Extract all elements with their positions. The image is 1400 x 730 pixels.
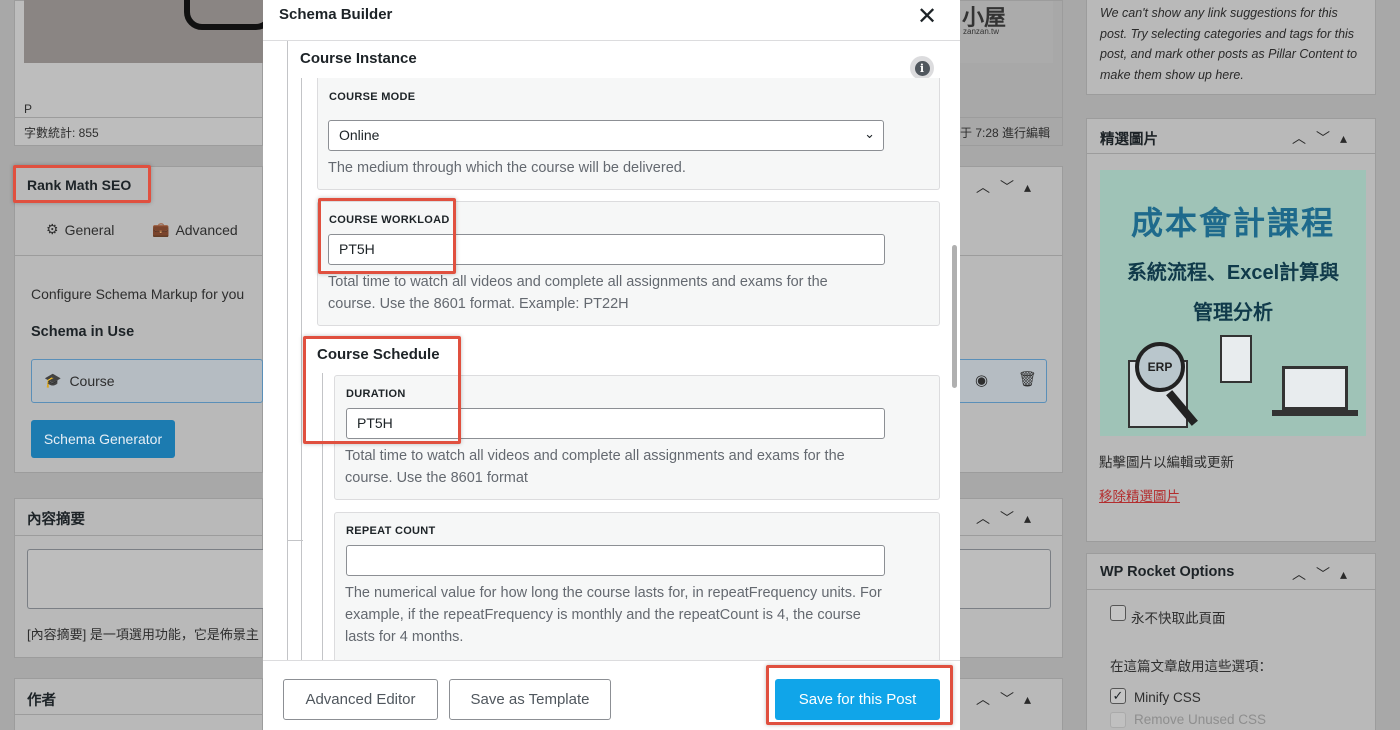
rank-math-tabs-divider-right [960, 255, 1063, 256]
edit-time: 于 7:28 進行編輯 [960, 126, 1051, 140]
tree-line-outer [287, 41, 288, 660]
modal-scrollbar[interactable] [952, 245, 957, 388]
course-mode-desc: The medium through which the course will… [328, 160, 686, 176]
wprocket-title: WP Rocket Options [1100, 564, 1235, 580]
save-as-template-button[interactable]: Save as Template [449, 679, 611, 720]
duration-desc: Total time to watch all videos and compl… [345, 448, 845, 486]
schema-course-label: Course [69, 372, 115, 389]
calculator-illustration [1220, 335, 1252, 383]
featured-img-badge: ERP [1147, 360, 1173, 374]
advanced-editor-button[interactable]: Advanced Editor [283, 679, 438, 720]
excerpt-textarea-right [960, 549, 1051, 609]
featured-img-line1: 成本會計課程 [1130, 205, 1335, 241]
rank-math-arrows[interactable]: ︿﹀▴ [976, 177, 1041, 197]
course-mode-select[interactable]: Online ⌄ [328, 120, 884, 151]
excerpt-header-divider [14, 535, 263, 536]
tab-general[interactable]: ⚙ General [46, 221, 114, 238]
laptop-illustration [1282, 366, 1348, 410]
featured-arrows[interactable]: ︿﹀▴ [1292, 128, 1357, 148]
featured-img-line3: 管理分析 [1193, 302, 1273, 324]
wprocket-header-divider [1086, 589, 1376, 590]
rank-math-panel-right [960, 166, 1063, 473]
never-cache-checkbox[interactable] [1110, 605, 1126, 621]
excerpt-note: [內容摘要] 是一項選用功能，它是佈景主 [27, 627, 259, 642]
course-workload-desc: Total time to watch all videos and compl… [328, 274, 828, 312]
featured-click: 點擊圖片以編輯或更新 [1099, 455, 1234, 470]
author-header-divider [14, 714, 263, 715]
graduation-cap-icon: 🎓 [44, 372, 62, 388]
paragraph-tag: P [24, 102, 33, 116]
author-title: 作者 [27, 693, 56, 709]
excerpt-title: 內容摘要 [27, 512, 85, 528]
eye-icon[interactable]: ◉ [975, 371, 988, 389]
schema-generator-button[interactable]: Schema Generator [31, 420, 175, 458]
tree-branch-schedule [287, 540, 303, 541]
course-mode-value: Online [339, 127, 380, 143]
workload-highlight [318, 198, 456, 274]
schema-in-use-heading: Schema in Use [31, 324, 135, 340]
tab-advanced-label: Advanced [175, 221, 238, 238]
pillar-note: We can't show any link suggestions for t… [1100, 6, 1358, 82]
course-instance-heading: Course Instance [300, 50, 417, 67]
enable-options-label: 在這篇文章啟用這些選項： [1110, 659, 1272, 674]
gear-icon: ⚙ [46, 221, 59, 237]
post-image [24, 0, 263, 63]
laptop-base [1272, 410, 1358, 416]
repeat-count-label: REPEAT COUNT [346, 525, 436, 537]
repeat-count-input[interactable] [346, 545, 885, 576]
author-arrows[interactable]: ︿﹀▴ [976, 689, 1041, 709]
minify-css-label: Minify CSS [1134, 690, 1201, 705]
status-divider [14, 117, 263, 118]
briefcase-icon: 💼 [152, 221, 170, 237]
close-icon[interactable]: ✕ [917, 2, 937, 31]
repeat-count-desc: The numerical value for how long the cou… [345, 585, 882, 645]
course-mode-label: COURSE MODE [329, 91, 416, 103]
rank-math-highlight [13, 165, 151, 203]
word-count: 字數統計: 855 [24, 126, 99, 140]
schedule-highlight [303, 336, 461, 444]
featured-title: 精選圖片 [1100, 132, 1158, 148]
modal-header: Schema Builder ✕ [263, 0, 960, 41]
excerpt-textarea[interactable] [27, 549, 263, 609]
configure-text: Configure Schema Markup for you [31, 286, 245, 302]
info-icon[interactable]: i [910, 56, 934, 80]
tree-line-instance [301, 78, 302, 660]
excerpt-arrows[interactable]: ︿﹀▴ [976, 508, 1041, 528]
featured-header-divider [1086, 153, 1376, 154]
chevron-down-icon: ⌄ [864, 126, 875, 141]
trash-icon[interactable]: 🗑 [1018, 370, 1037, 388]
tab-advanced[interactable]: 💼 Advanced [152, 221, 238, 238]
minify-css-checkbox[interactable]: ✓ [1110, 688, 1126, 704]
status-divider-right [960, 117, 1063, 118]
featured-remove-link[interactable]: 移除精選圖片 [1099, 485, 1180, 505]
magnifier-icon: ERP [1135, 342, 1185, 392]
featured-image[interactable]: 成本會計課程 系統流程、Excel計算與 管理分析 ERP [1100, 170, 1366, 436]
save-post-highlight [766, 665, 953, 725]
tab-general-label: General [64, 221, 115, 238]
featured-img-line2: 系統流程、Excel計算與 [1126, 262, 1340, 284]
schema-course[interactable]: 🎓 Course [44, 372, 115, 389]
wprocket-arrows[interactable]: ︿﹀▴ [1292, 564, 1357, 584]
modal-title: Schema Builder [279, 6, 393, 23]
schema-builder-modal: Schema Builder ✕ Course Instance i COURS… [263, 0, 960, 730]
remove-unused-label: Remove Unused CSS [1134, 712, 1267, 727]
never-cache-label: 永不快取此頁面 [1131, 611, 1226, 626]
excerpt-header-divider-right [960, 535, 1063, 536]
remove-unused-checkbox[interactable] [1110, 712, 1126, 728]
rank-math-tabs-divider [14, 255, 263, 256]
